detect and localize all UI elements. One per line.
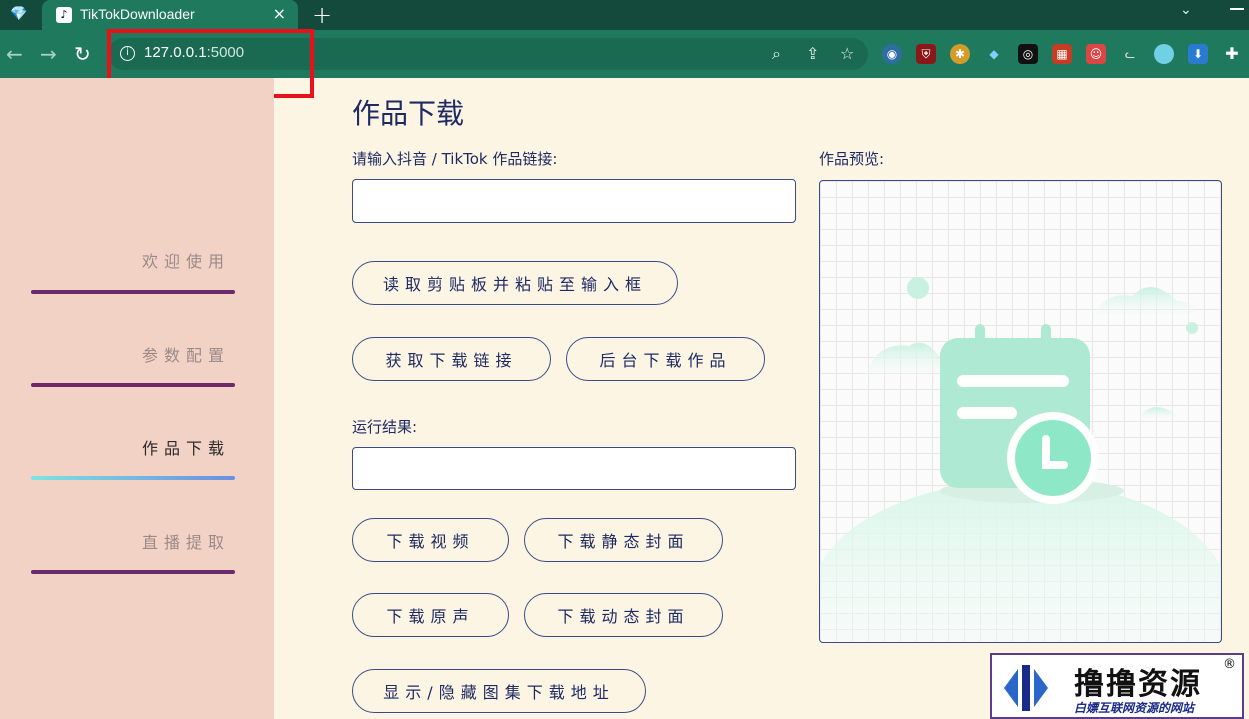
link-label: 请输入抖音 / TikTok 作品链接: bbox=[352, 150, 558, 168]
gem-icon[interactable]: ◆ bbox=[984, 44, 1004, 64]
gem-icon[interactable]: 💎 bbox=[10, 6, 30, 24]
download-audio-button[interactable]: 下载原声 bbox=[352, 593, 509, 637]
browser-tab[interactable]: ♪ TikTokDownloader × bbox=[42, 0, 298, 30]
sidebar-item-underline bbox=[31, 290, 235, 294]
empty-calendar-illustration bbox=[820, 277, 1221, 642]
back-icon[interactable]: ← bbox=[6, 42, 23, 66]
sidebar: 欢迎使用 参数配置 作品下载 直播提取 bbox=[0, 78, 274, 719]
new-tab-button[interactable]: + bbox=[312, 1, 332, 29]
sidebar-item-label: 参数配置 bbox=[141, 346, 230, 365]
santa-icon[interactable]: ☺ bbox=[1086, 44, 1106, 64]
forward-icon[interactable]: → bbox=[40, 42, 57, 66]
sidebar-item-underline bbox=[31, 476, 235, 480]
zoom-icon[interactable]: ⌕ bbox=[772, 44, 781, 64]
registered-mark: ® bbox=[1223, 657, 1236, 672]
link-input[interactable] bbox=[352, 179, 796, 223]
circle-icon[interactable] bbox=[1154, 44, 1174, 64]
minimize-icon[interactable] bbox=[1230, 8, 1244, 10]
page-title: 作品下载 bbox=[352, 97, 465, 130]
download-video-button[interactable]: 下载视频 bbox=[352, 518, 509, 562]
background-download-button[interactable]: 后台下载作品 bbox=[566, 337, 765, 381]
preview-panel bbox=[819, 180, 1222, 643]
puzzle-globe-icon[interactable]: ✱ bbox=[950, 44, 970, 64]
logo-mark-icon bbox=[1004, 665, 1048, 711]
star-icon[interactable]: ☆ bbox=[840, 44, 854, 63]
earth-icon[interactable]: ◉ bbox=[882, 44, 902, 64]
sidebar-item-underline bbox=[31, 570, 235, 574]
paste-clipboard-button[interactable]: 读取剪贴板并粘贴至输入框 bbox=[352, 261, 678, 305]
download-icon[interactable]: ⬇ bbox=[1188, 44, 1208, 64]
tab-close-icon[interactable]: × bbox=[273, 4, 286, 23]
browser-tab-bar: 💎 ♪ TikTokDownloader × + ⌄ bbox=[0, 0, 1249, 30]
watermark-title: 撸撸资源 bbox=[1074, 667, 1202, 702]
sidebar-item-label: 欢迎使用 bbox=[141, 252, 230, 271]
watermark-subtitle: 白嫖互联网资源的网站 bbox=[1074, 701, 1195, 715]
share-icon[interactable]: ⇪ bbox=[806, 44, 819, 63]
ublock-icon[interactable]: ⛨ bbox=[916, 44, 936, 64]
preview-label: 作品预览: bbox=[819, 150, 885, 168]
sidebar-item-label: 直播提取 bbox=[141, 533, 230, 552]
tiktok-icon: ♪ bbox=[56, 7, 72, 23]
result-label: 运行结果: bbox=[352, 418, 418, 436]
cat-icon[interactable]: ᓚ bbox=[1120, 44, 1140, 64]
toggle-gallery-links-button[interactable]: 显示/隐藏图集下载地址 bbox=[352, 669, 646, 713]
result-output[interactable] bbox=[352, 447, 796, 490]
get-download-link-button[interactable]: 获取下载链接 bbox=[352, 337, 551, 381]
puzzle-icon[interactable]: ✚ bbox=[1222, 44, 1242, 64]
reload-icon[interactable]: ↻ bbox=[74, 42, 91, 66]
tab-title: TikTokDownloader bbox=[80, 6, 195, 22]
sidebar-item-label: 作品下载 bbox=[141, 439, 230, 458]
download-static-cover-button[interactable]: 下载静态封面 bbox=[524, 518, 723, 562]
sidebar-item-underline bbox=[31, 383, 235, 387]
grid-icon[interactable]: ▦ bbox=[1052, 44, 1072, 64]
tab-search-chevron-icon[interactable]: ⌄ bbox=[1180, 2, 1192, 18]
download-dynamic-cover-button[interactable]: 下载动态封面 bbox=[524, 593, 723, 637]
glasses-icon[interactable]: ◎ bbox=[1018, 44, 1038, 64]
watermark-logo: 撸撸资源 ® 白嫖互联网资源的网站 bbox=[990, 653, 1244, 719]
